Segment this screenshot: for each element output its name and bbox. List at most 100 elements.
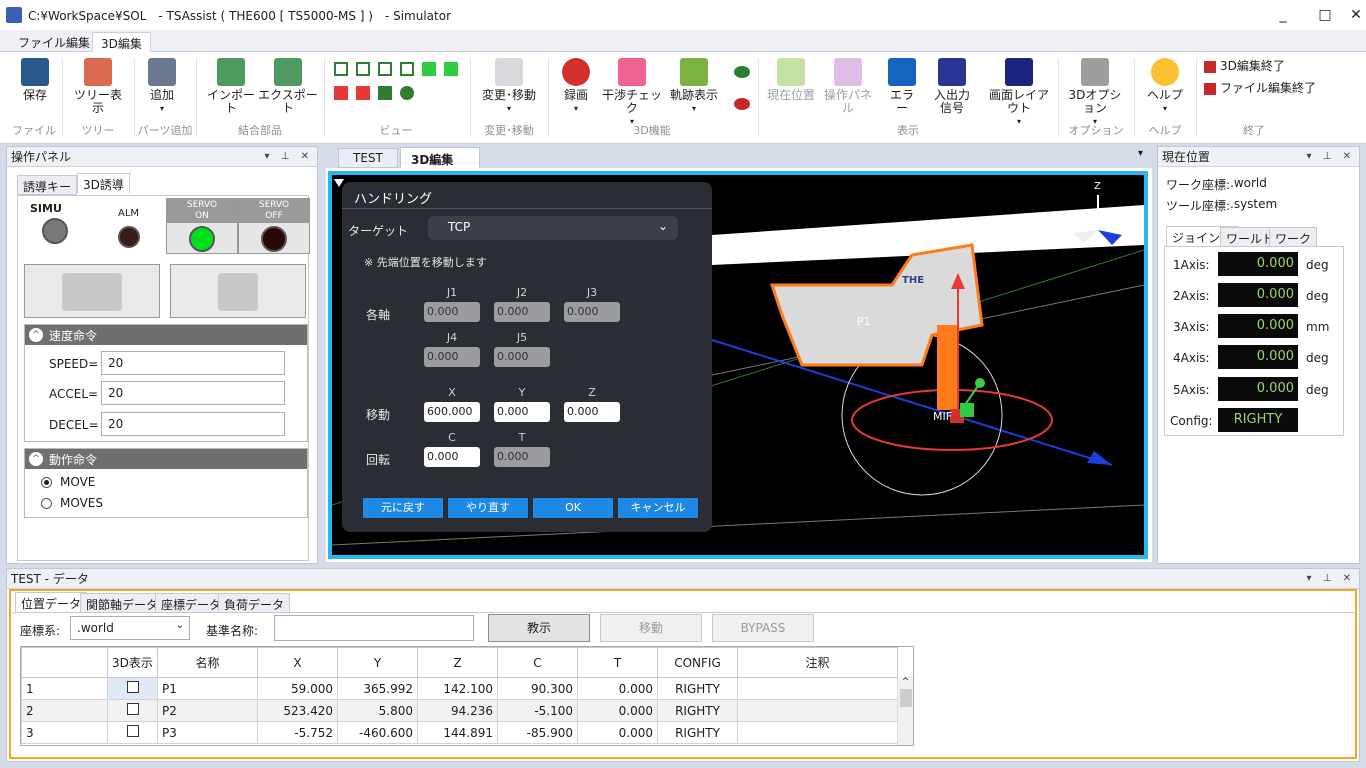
servo-off-button[interactable]: SERVO OFF [238, 198, 310, 254]
cell-c[interactable]: 90.300 [497, 677, 578, 700]
speed-command-header[interactable]: ^ 速度命令 [25, 325, 307, 345]
tree-view-button[interactable]: ツリー表示 [70, 58, 126, 115]
change-move-button[interactable]: 変更･移動 ▾ [480, 58, 538, 115]
cell-y[interactable]: 365.992 [337, 677, 418, 700]
tab-list-icon[interactable]: ▾ [1138, 148, 1143, 159]
jog-hand-button[interactable] [24, 264, 160, 318]
accel-input[interactable]: 20 [101, 381, 285, 405]
c-input[interactable]: 0.000 [424, 447, 480, 467]
options-3d-button[interactable]: 3Dオプション ▾ [1064, 58, 1126, 128]
end-3d-edit-button[interactable]: 3D編集終了 [1204, 57, 1285, 74]
servo-on-button[interactable]: SERVO ON [166, 198, 238, 254]
tab-3d-guide[interactable]: 3D誘導 [77, 173, 130, 193]
col-y[interactable]: Y [337, 647, 418, 678]
decel-input[interactable]: 20 [101, 412, 285, 436]
end-file-edit-button[interactable]: ファイル編集終了 [1204, 79, 1316, 96]
coord-system-select[interactable]: .world ⌄ [70, 616, 190, 640]
cell-c[interactable]: -5.100 [497, 699, 578, 722]
display-3d-checkbox[interactable] [107, 699, 158, 722]
interference-check-button[interactable]: 干渉チェック ▾ [600, 58, 664, 128]
cell-note[interactable] [737, 721, 898, 744]
cell-t[interactable]: 0.000 [577, 677, 658, 700]
display-3d-checkbox[interactable] [107, 721, 158, 744]
minimize-button[interactable]: _ [1262, 0, 1304, 30]
z-input[interactable]: 0.000 [564, 402, 620, 422]
x-input[interactable]: 600.000 [424, 402, 480, 422]
cell-x[interactable]: 59.000 [257, 677, 338, 700]
ok-button[interactable]: OK [533, 498, 613, 518]
tab-load-data[interactable]: 負荷データ [218, 593, 291, 613]
col-t[interactable]: T [577, 647, 658, 678]
func-small-icon[interactable] [734, 66, 750, 78]
panel-pin-icons[interactable]: ▾ ⊥ ✕ [265, 151, 313, 162]
maximize-button[interactable]: □ [1304, 0, 1346, 30]
cell-t[interactable]: 0.000 [577, 721, 658, 744]
panel-pin-icons[interactable]: ▾ ⊥ ✕ [1307, 151, 1355, 162]
tab-coord-data[interactable]: 座標データ [155, 593, 228, 613]
add-button[interactable]: 追加 ▾ [142, 58, 182, 115]
scroll-up-icon[interactable]: ^ [898, 677, 913, 687]
y-input[interactable]: 0.000 [494, 402, 550, 422]
tab-test[interactable]: TEST [338, 148, 398, 168]
col-c[interactable]: C [497, 647, 578, 678]
cell-t[interactable]: 0.000 [577, 699, 658, 722]
table-scrollbar[interactable]: ^ [897, 677, 913, 745]
col-name[interactable]: 名称 [157, 647, 258, 678]
jog-tool-button[interactable] [170, 264, 306, 318]
panel-pin-icons[interactable]: ▾ ⊥ ✕ [1307, 573, 1355, 584]
view-red-icon[interactable] [334, 86, 348, 100]
view-red2-icon[interactable] [356, 86, 370, 100]
current-position-button[interactable]: 現在位置 [766, 58, 816, 102]
cell-x[interactable]: -5.752 [257, 721, 338, 744]
view-iso-icon[interactable] [444, 62, 458, 76]
col-z[interactable]: Z [417, 647, 498, 678]
tab-3d-edit-doc[interactable]: 3D編集 ✕ [400, 147, 480, 182]
display-3d-checkbox[interactable] [107, 677, 158, 700]
cell-z[interactable]: 142.100 [417, 677, 498, 700]
base-name-input[interactable] [274, 615, 474, 641]
target-select[interactable]: TCP ⌄ [428, 216, 678, 240]
save-button[interactable]: 保存 [18, 58, 52, 102]
redo-button[interactable]: やり直す [448, 498, 528, 518]
cell-y[interactable]: 5.800 [337, 699, 418, 722]
move-button[interactable]: 移動 [600, 614, 702, 642]
cell-name[interactable]: P3 [157, 721, 258, 744]
bypass-button[interactable]: BYPASS [712, 614, 814, 642]
moves-radio[interactable]: MOVES [41, 496, 103, 510]
cell-z[interactable]: 144.891 [417, 721, 498, 744]
move-radio[interactable]: MOVE [41, 475, 95, 489]
table-row[interactable]: 3 P3 -5.752 -460.600 144.891 -85.900 0.0… [21, 721, 898, 744]
tab-guide-keys[interactable]: 誘導キー [17, 175, 78, 195]
error-button[interactable]: エラー [886, 58, 918, 115]
cell-note[interactable] [737, 677, 898, 700]
op-panel-button[interactable]: 操作パネル [820, 58, 876, 115]
import-button[interactable]: インポート [204, 58, 258, 115]
view-reset-icon[interactable] [400, 86, 414, 100]
scroll-thumb[interactable] [899, 689, 912, 707]
record-button[interactable]: 録画 ▾ [558, 58, 594, 115]
view-side-icon[interactable] [378, 62, 392, 76]
export-button[interactable]: エクスポート [258, 58, 318, 115]
cell-z[interactable]: 94.236 [417, 699, 498, 722]
cancel-button[interactable]: キャンセル [618, 498, 698, 518]
motion-command-header[interactable]: ^ 動作命令 [25, 449, 307, 469]
speed-input[interactable]: 20 [101, 351, 285, 375]
screen-layout-button[interactable]: 画面レイアウト ▾ [984, 58, 1054, 128]
tab-position-data[interactable]: 位置データ [15, 592, 88, 612]
cell-config[interactable]: RIGHTY [657, 677, 738, 700]
tab-work[interactable]: ワーク [1269, 227, 1318, 247]
tab-3d-edit[interactable]: 3D編集 [92, 32, 151, 52]
cell-note[interactable] [737, 699, 898, 722]
cell-y[interactable]: -460.600 [337, 721, 418, 744]
teach-button[interactable]: 教示 [488, 614, 590, 642]
cell-x[interactable]: 523.420 [257, 699, 338, 722]
view-cube-icon[interactable] [334, 62, 348, 76]
view-front-icon[interactable] [356, 62, 370, 76]
view-green-icon[interactable] [378, 86, 392, 100]
col-note[interactable]: 注釈 [737, 647, 898, 678]
undo-button[interactable]: 元に戻す [363, 498, 443, 518]
trajectory-button[interactable]: 軌跡表示 ▾ [668, 58, 720, 115]
view-solid-icon[interactable] [422, 62, 436, 76]
io-signal-button[interactable]: 入出力 信号 [930, 58, 974, 115]
cell-config[interactable]: RIGHTY [657, 699, 738, 722]
